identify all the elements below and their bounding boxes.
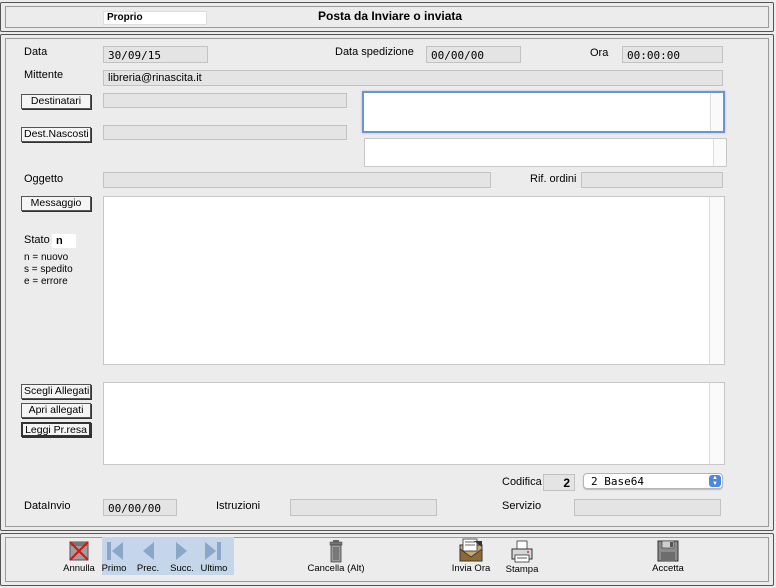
cancel-x-icon bbox=[69, 541, 89, 561]
owner-badge: Proprio bbox=[103, 11, 207, 25]
prec-button[interactable]: Prec. bbox=[134, 539, 162, 574]
cancella-button[interactable]: Cancella (Alt) bbox=[304, 539, 368, 574]
istruzioni-label: Istruzioni bbox=[216, 500, 261, 512]
window-title: Posta da Inviare o inviata bbox=[318, 9, 463, 23]
oggetto-label: Oggetto bbox=[24, 173, 64, 185]
data-spedizione-field[interactable]: 00/00/00 bbox=[426, 46, 521, 63]
succ-label: Succ. bbox=[170, 563, 194, 574]
destinatari-button[interactable]: Destinatari bbox=[21, 94, 91, 109]
printer-icon bbox=[511, 540, 533, 563]
ultimo-label: Ultimo bbox=[200, 563, 228, 574]
save-disk-icon bbox=[657, 540, 679, 562]
stampa-label: Stampa bbox=[505, 564, 539, 575]
messaggio-scrollbar[interactable] bbox=[709, 197, 724, 364]
next-record-icon bbox=[176, 542, 187, 560]
rif-ordini-label: Rif. ordini bbox=[530, 173, 577, 185]
mittente-field[interactable]: libreria@rinascita.it bbox=[103, 70, 723, 86]
dest-nascosti-scrollbar[interactable] bbox=[713, 139, 726, 166]
apri-allegati-button[interactable]: Apri allegati bbox=[21, 403, 91, 418]
stato-legend-spedito: s = spedito bbox=[24, 264, 73, 275]
leggi-prresa-button[interactable]: Leggi Pr.resa bbox=[21, 422, 91, 437]
destinatari-field[interactable] bbox=[103, 93, 347, 108]
data-spedizione-label: Data spedizione bbox=[335, 46, 414, 58]
succ-button[interactable]: Succ. bbox=[168, 539, 196, 574]
invia-ora-label: Invia Ora bbox=[451, 563, 491, 574]
codifica-select-value: 2 Base64 bbox=[591, 475, 644, 488]
rif-ordini-field[interactable] bbox=[581, 172, 723, 188]
servizio-field[interactable] bbox=[574, 499, 721, 516]
oggetto-field[interactable] bbox=[103, 172, 491, 188]
messaggio-button[interactable]: Messaggio bbox=[21, 196, 91, 211]
ultimo-button[interactable]: Ultimo bbox=[198, 539, 230, 574]
previous-record-icon bbox=[143, 542, 154, 560]
accetta-button[interactable]: Accetta bbox=[646, 539, 690, 574]
allegati-textarea[interactable] bbox=[103, 382, 725, 465]
primo-label: Primo bbox=[101, 563, 127, 574]
first-record-icon bbox=[107, 542, 123, 560]
last-record-icon bbox=[205, 542, 221, 560]
stampa-button[interactable]: Stampa bbox=[502, 540, 542, 575]
istruzioni-field[interactable] bbox=[290, 499, 437, 516]
invia-ora-button[interactable]: Invia Ora bbox=[449, 537, 493, 574]
dest-nascosti-field[interactable] bbox=[103, 125, 347, 140]
stato-label: Stato bbox=[24, 234, 50, 246]
send-mail-icon bbox=[459, 538, 483, 562]
mittente-label: Mittente bbox=[24, 69, 64, 81]
annulla-label: Annulla bbox=[63, 563, 95, 574]
ora-field[interactable]: 00:00:00 bbox=[622, 46, 723, 63]
data-field[interactable]: 30/09/15 bbox=[103, 46, 208, 63]
stato-field[interactable]: n bbox=[52, 234, 76, 248]
messaggio-textarea[interactable] bbox=[103, 196, 725, 365]
servizio-label: Servizio bbox=[502, 500, 542, 512]
primo-button[interactable]: Primo bbox=[100, 539, 128, 574]
stato-legend-errore: e = errore bbox=[24, 276, 68, 287]
annulla-button[interactable]: Annulla bbox=[60, 539, 98, 574]
codifica-number-field[interactable]: 2 bbox=[543, 474, 575, 491]
codifica-select[interactable]: 2 Base64 ▲ ▼ bbox=[583, 473, 723, 489]
dest-nascosti-button[interactable]: Dest.Nascosti bbox=[21, 127, 91, 142]
trash-icon bbox=[329, 540, 343, 563]
prec-label: Prec. bbox=[136, 563, 160, 574]
accetta-label: Accetta bbox=[652, 563, 684, 574]
data-label: Data bbox=[24, 46, 48, 58]
cancella-label: Cancella (Alt) bbox=[307, 563, 365, 574]
dest-nascosti-textarea[interactable] bbox=[364, 138, 727, 167]
data-invio-field[interactable]: 00/00/00 bbox=[103, 499, 177, 516]
data-invio-label: DataInvio bbox=[24, 500, 71, 512]
select-arrows-icon: ▲ ▼ bbox=[709, 475, 721, 487]
codifica-label: Codifica bbox=[502, 476, 542, 488]
allegati-scrollbar[interactable] bbox=[709, 383, 724, 464]
ora-label: Ora bbox=[590, 47, 609, 59]
destinatari-scrollbar[interactable] bbox=[710, 93, 723, 131]
stato-legend-nuovo: n = nuovo bbox=[24, 252, 69, 263]
destinatari-textarea[interactable] bbox=[362, 91, 725, 133]
scegli-allegati-button[interactable]: Scegli Allegati bbox=[21, 384, 91, 399]
